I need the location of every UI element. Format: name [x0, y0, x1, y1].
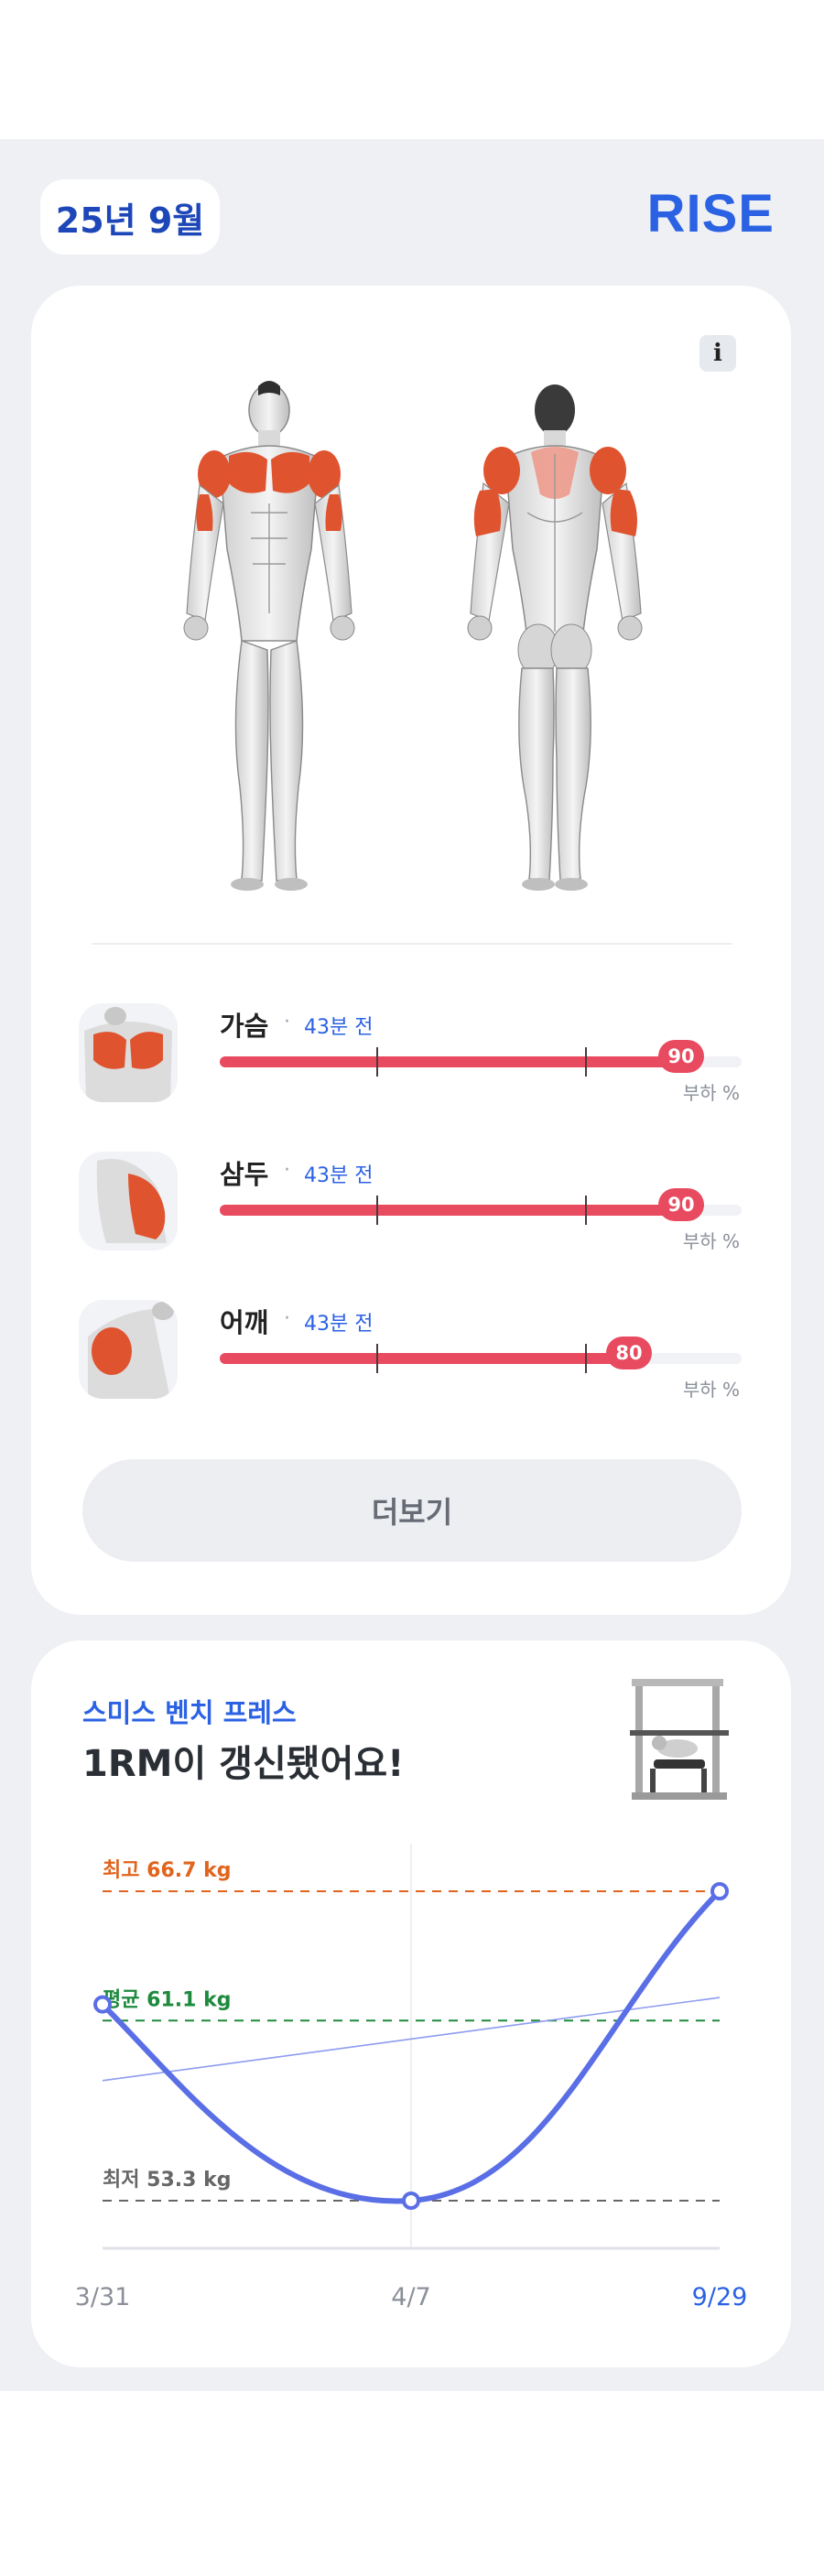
load-tick: [376, 1047, 378, 1077]
record-headline: 1RM이 갱신됐어요!: [82, 1743, 405, 1785]
separator-dot: ·: [284, 1011, 290, 1034]
more-button[interactable]: 더보기: [82, 1459, 742, 1562]
muscle-row-chest[interactable]: 가슴 · 43분 전 90 부하 %: [0, 998, 824, 1108]
muscle-name: 가슴: [220, 1011, 269, 1042]
muscle-time: 43분 전: [304, 1313, 374, 1336]
month-label: 25년 9월: [55, 200, 205, 241]
brand-logo: RISE: [646, 184, 775, 244]
muscle-time: 43분 전: [304, 1164, 374, 1187]
chest-thumbnail: [79, 1003, 178, 1102]
load-tick: [376, 1344, 378, 1373]
smith-machine-icon: [630, 1679, 729, 1800]
load-unit: 부하 %: [682, 1230, 740, 1252]
load-badge: 90: [658, 1188, 704, 1221]
month-selector[interactable]: 25년 9월: [40, 179, 220, 254]
muscle-row-triceps[interactable]: 삼두 · 43분 전 90 부하 %: [0, 1146, 824, 1256]
muscle-row-shoulder[interactable]: 어깨 · 43분 전 80 부하 %: [0, 1294, 824, 1404]
load-bar-fill: [220, 1353, 637, 1364]
load-tick: [585, 1196, 587, 1225]
front-body-figure: [183, 381, 355, 891]
info-icon[interactable]: i: [699, 335, 736, 372]
load-unit: 부하 %: [682, 1379, 740, 1401]
load-tick: [585, 1344, 587, 1373]
load-bar-fill: [220, 1205, 689, 1216]
divider: [92, 943, 732, 945]
load-bar-fill: [220, 1056, 689, 1067]
load-bar: 80: [220, 1337, 742, 1373]
load-badge: 90: [658, 1040, 704, 1073]
back-body-figure: [467, 384, 643, 891]
load-unit: 부하 %: [682, 1082, 740, 1104]
muscle-card: [31, 286, 791, 1615]
muscle-name: 어깨: [220, 1307, 269, 1338]
separator-dot: ·: [284, 1159, 290, 1182]
load-bar: 90: [220, 1188, 742, 1225]
load-bar: 90: [220, 1040, 742, 1077]
muscle-name: 삼두: [220, 1159, 269, 1190]
separator-dot: ·: [284, 1307, 290, 1330]
load-tick: [376, 1196, 378, 1225]
triceps-thumbnail: [79, 1152, 178, 1250]
shoulder-thumbnail: [79, 1300, 178, 1399]
muscle-time: 43분 전: [304, 1016, 374, 1039]
load-tick: [585, 1047, 587, 1077]
load-badge: 80: [606, 1337, 652, 1369]
exercise-name: 스미스 벤치 프레스: [82, 1697, 297, 1728]
